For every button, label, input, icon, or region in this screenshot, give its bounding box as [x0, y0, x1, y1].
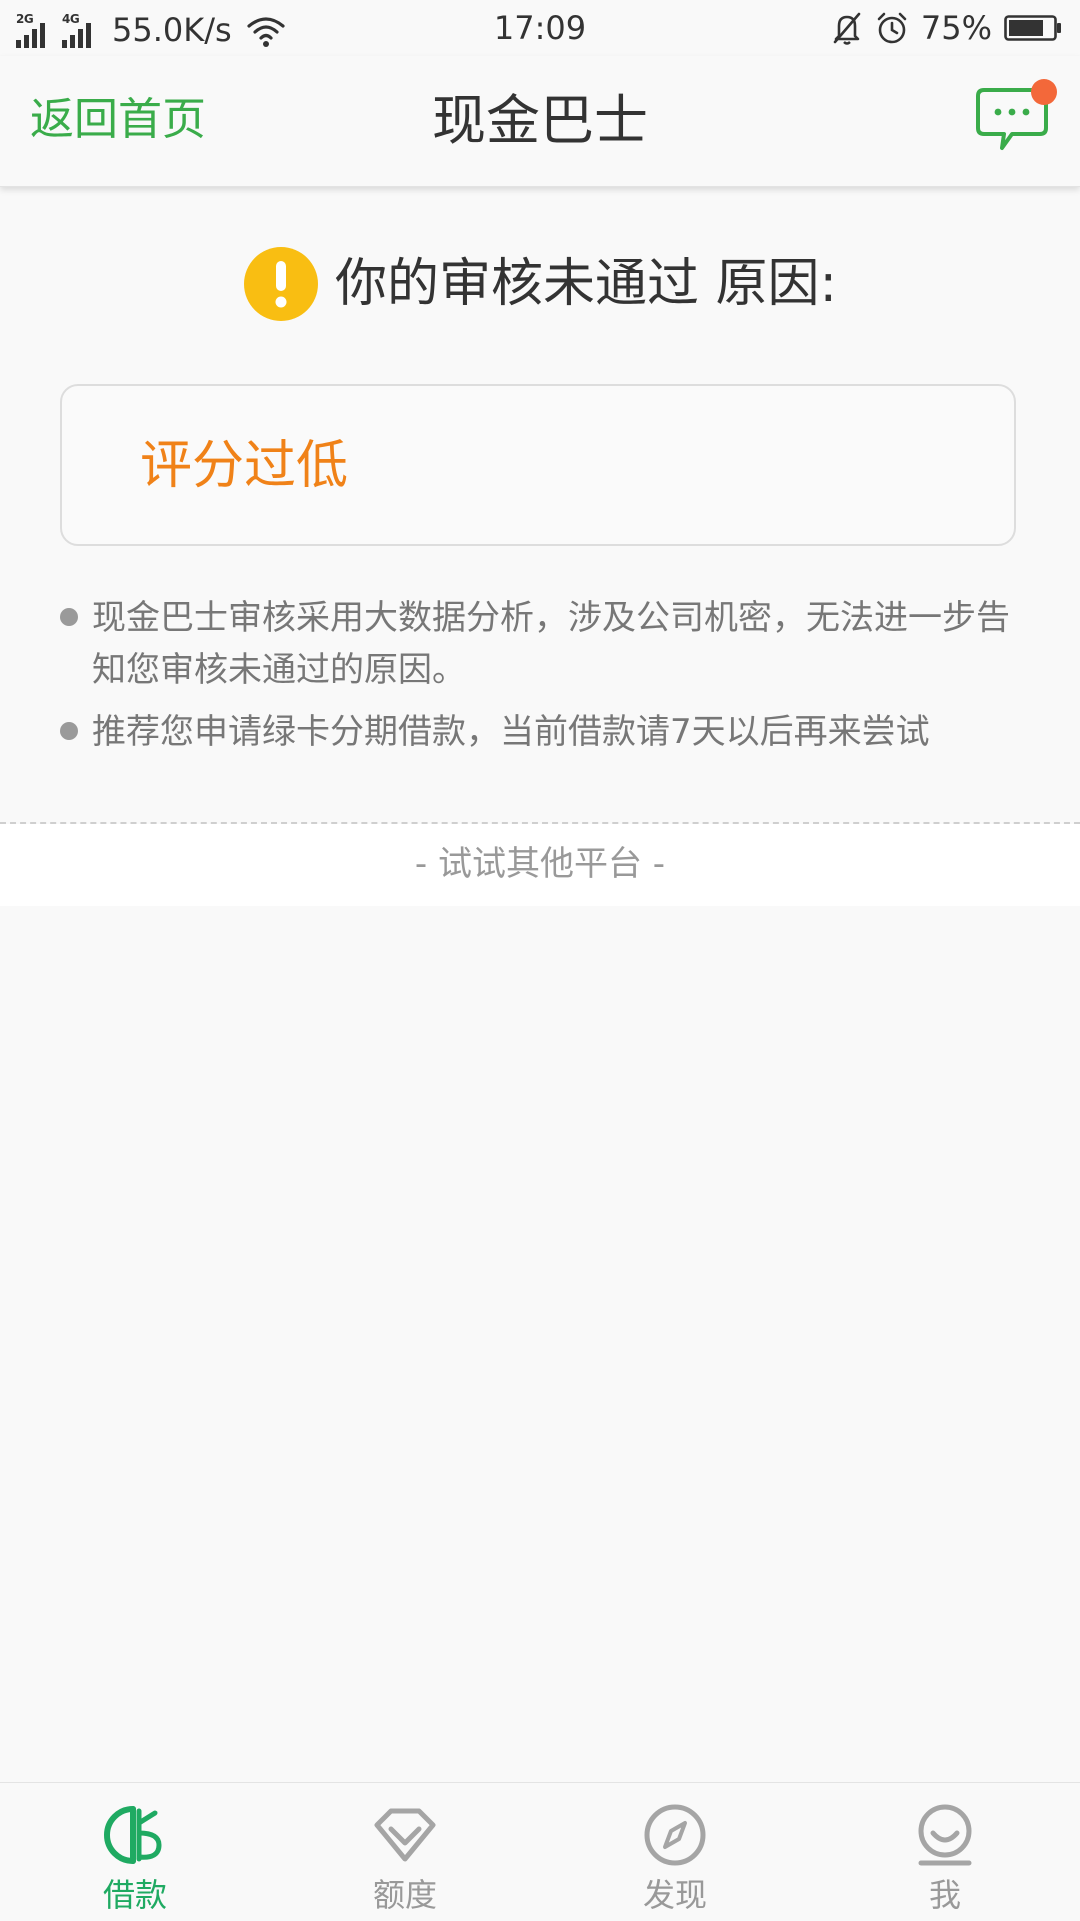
status-right: 75%	[831, 8, 1062, 48]
rejection-notice: 你的审核未通过 原因:	[0, 246, 1080, 322]
tip-text: 推荐您申请绿卡分期借款，当前借款请7天以后再来尝试	[92, 712, 930, 752]
nav-label-credit: 额度	[372, 1876, 437, 1914]
nav-item-credit[interactable]: 额度	[270, 1783, 540, 1921]
diamond-icon[interactable]	[373, 1803, 437, 1867]
nav-item-discover[interactable]: 发现	[540, 1783, 810, 1921]
nav-item-loan[interactable]: 借款	[0, 1783, 270, 1921]
status-bar: 2G 4G 55.0K/s 17:09 75%	[0, 0, 1080, 56]
app-header: 返回首页 现金巴士	[0, 56, 1080, 187]
chat-bubble-icon[interactable]	[972, 76, 1058, 162]
nav-label-discover: 发现	[642, 1876, 707, 1914]
battery-percent: 75%	[920, 9, 992, 47]
tip-item: 推荐您申请绿卡分期借款，当前借款请7天以后再来尝试	[58, 706, 1018, 758]
tip-text: 现金巴士审核采用大数据分析，涉及公司机密，无法进一步告知您审核未通过的原因。	[92, 598, 1010, 690]
reason-box: 评分过低	[60, 384, 1016, 546]
other-platforms-label: - 试试其他平台 -	[414, 844, 666, 884]
alarm-icon	[877, 12, 907, 44]
battery-icon	[1004, 15, 1061, 41]
bottom-nav: 借款 额度 发现 我	[0, 1782, 1080, 1921]
profile-icon[interactable]	[913, 1803, 977, 1867]
nav-label-loan: 借款	[102, 1876, 167, 1914]
notice-title: 你的审核未通过 原因:	[334, 254, 838, 314]
notification-badge	[1031, 79, 1057, 105]
rejection-reason: 评分过低	[140, 436, 349, 496]
bell-muted-icon	[833, 12, 861, 45]
bullet-dot-icon	[60, 608, 78, 626]
bullet-dot-icon	[60, 722, 78, 740]
warning-icon	[243, 247, 318, 321]
tips-list: 现金巴士审核采用大数据分析，涉及公司机密，无法进一步告知您审核未通过的原因。 推…	[58, 592, 1018, 768]
compass-icon[interactable]	[643, 1803, 707, 1867]
loan-icon[interactable]	[103, 1803, 167, 1867]
nav-item-profile[interactable]: 我	[810, 1783, 1080, 1921]
page-title: 现金巴士	[432, 89, 648, 152]
message-button[interactable]	[972, 76, 1058, 162]
tip-item: 现金巴士审核采用大数据分析，涉及公司机密，无法进一步告知您审核未通过的原因。	[58, 592, 1018, 696]
nav-label-profile: 我	[928, 1876, 961, 1914]
other-platforms-section: - 试试其他平台 -	[0, 824, 1080, 906]
